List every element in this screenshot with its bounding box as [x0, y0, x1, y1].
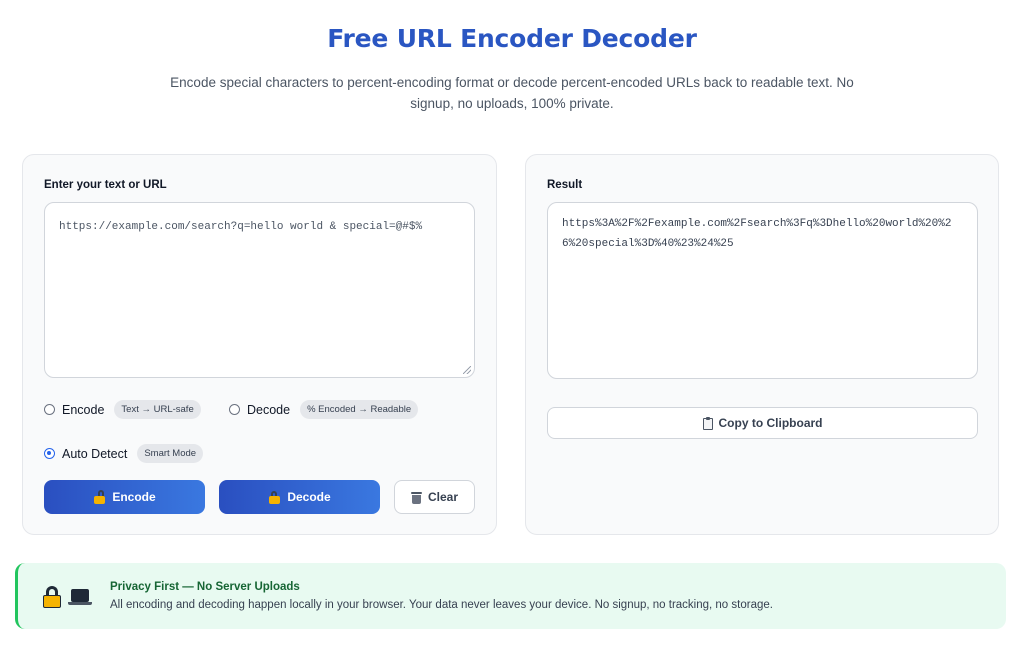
decode-radio[interactable]: [229, 404, 240, 415]
privacy-banner: Privacy First — No Server Uploads All en…: [15, 563, 1006, 629]
option-auto-detect-label: Auto Detect: [62, 446, 128, 461]
result-card: Result https%3A%2F%2Fexample.com%2Fsearc…: [525, 154, 999, 535]
option-encode-pill: Text → URL-safe: [114, 400, 201, 419]
laptop-icon: [68, 587, 92, 607]
decode-button-label: Decode: [287, 490, 331, 504]
page-title: Free URL Encoder Decoder: [327, 24, 697, 53]
lock-icon: [268, 490, 281, 504]
option-decode-pill: % Encoded → Readable: [300, 400, 419, 419]
option-auto-detect[interactable]: Auto Detect Smart Mode: [44, 444, 204, 463]
clear-button[interactable]: Clear: [394, 480, 475, 514]
privacy-icons: [42, 586, 92, 608]
auto-detect-radio[interactable]: [44, 448, 55, 459]
input-label: Enter your text or URL: [44, 179, 167, 191]
option-encode[interactable]: Encode Text → URL-safe: [44, 400, 201, 419]
trash-icon: [410, 491, 422, 504]
text-input-value: https://example.com/search?q=hello world…: [59, 221, 423, 233]
clear-button-label: Clear: [427, 490, 459, 504]
text-input[interactable]: https://example.com/search?q=hello world…: [44, 202, 475, 378]
resize-handle[interactable]: [463, 366, 471, 374]
page-subtitle: Encode special characters to percent-enc…: [170, 75, 854, 111]
option-decode-label: Decode: [247, 402, 291, 417]
result-output[interactable]: https%3A%2F%2Fexample.com%2Fsearch%3Fq%3…: [547, 202, 978, 379]
encode-button-label: Encode: [112, 490, 156, 504]
result-label: Result: [547, 179, 583, 191]
encode-button[interactable]: Encode: [44, 480, 205, 514]
padlock-icon: [42, 586, 62, 608]
decode-button[interactable]: Decode: [219, 480, 380, 514]
encode-radio[interactable]: [44, 404, 55, 415]
input-card: Enter your text or URL https://example.c…: [22, 154, 497, 535]
option-auto-detect-pill: Smart Mode: [137, 444, 204, 463]
result-output-value: https%3A%2F%2Fexample.com%2Fsearch%3Fq%3…: [562, 218, 952, 250]
unlock-icon: [93, 489, 106, 504]
option-decode[interactable]: Decode % Encoded → Readable: [229, 400, 419, 419]
option-encode-label: Encode: [62, 402, 105, 417]
privacy-text: All encoding and decoding happen locally…: [110, 599, 773, 611]
privacy-title: Privacy First — No Server Uploads: [110, 581, 300, 593]
clipboard-icon: [702, 416, 713, 430]
copy-to-clipboard-button[interactable]: Copy to Clipboard: [547, 407, 978, 439]
copy-button-label: Copy to Clipboard: [718, 416, 823, 430]
